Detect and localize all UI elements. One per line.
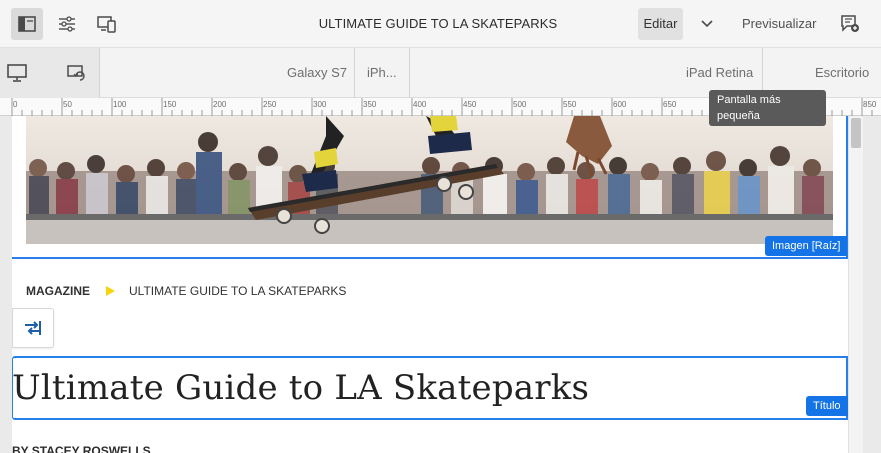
ruler-label: 500 [513, 100, 527, 109]
page-preview: Imagen [Raíz] MAGAZINE ULTIMATE GUIDE TO… [12, 116, 848, 453]
ruler-label: 650 [663, 100, 677, 109]
emulator-button[interactable] [91, 8, 123, 40]
edit-mode-button[interactable]: Editar [638, 8, 683, 40]
device-galaxy-s7[interactable]: Galaxy S7 [287, 48, 347, 98]
ruler-label: 450 [463, 100, 477, 109]
annotations-icon [841, 15, 859, 32]
top-toolbar: ULTIMATE GUIDE TO LA SKATEPARKS Editar P… [0, 0, 881, 48]
rotate-device-icon [67, 65, 85, 81]
emulator-controls [0, 48, 100, 98]
device-iphone[interactable]: iPh... [367, 48, 397, 98]
device-divider [409, 48, 410, 98]
device-divider [354, 48, 355, 98]
breadcrumb-arrow-icon [106, 286, 115, 296]
document-title: ULTIMATE GUIDE TO LA SKATEPARKS [318, 16, 558, 31]
hero-component-badge[interactable]: Imagen [Raíz] [765, 236, 848, 256]
ruler-label: 300 [313, 100, 327, 109]
ruler-label: 0 [13, 100, 18, 109]
breadcrumb: MAGAZINE ULTIMATE GUIDE TO LA SKATEPARKS [26, 284, 346, 298]
title-component-badge[interactable]: Título [806, 396, 848, 416]
ruler-label: 200 [213, 100, 227, 109]
ruler-label: 100 [113, 100, 127, 109]
scrollbar-thumb[interactable] [851, 118, 861, 148]
device-tooltip: Pantalla más pequeña [709, 90, 826, 126]
layout-mode-button[interactable] [12, 308, 54, 348]
ruler-label: 850 [863, 100, 877, 109]
layout-arrows-icon [25, 321, 41, 335]
ruler-label: 50 [63, 100, 72, 109]
ruler-label: 400 [413, 100, 427, 109]
mode-dropdown-button[interactable] [694, 8, 720, 40]
side-panel-toggle-button[interactable] [11, 8, 43, 40]
page-properties-button[interactable] [51, 8, 83, 40]
emulator-icon [97, 16, 116, 33]
ruler-label: 250 [263, 100, 277, 109]
chevron-down-icon [701, 20, 713, 28]
rotate-device-button[interactable] [66, 62, 88, 84]
ruler-label: 350 [363, 100, 377, 109]
page-canvas: Imagen [Raíz] MAGAZINE ULTIMATE GUIDE TO… [0, 116, 881, 453]
ruler-label: 150 [163, 100, 177, 109]
ruler-label: 600 [613, 100, 627, 109]
breadcrumb-current: ULTIMATE GUIDE TO LA SKATEPARKS [129, 284, 347, 298]
hero-component-outline [12, 116, 848, 259]
preview-button[interactable]: Previsualizar [736, 8, 822, 40]
page-title: Ultimate Guide to LA Skateparks [12, 368, 590, 408]
desktop-view-button[interactable] [6, 62, 28, 84]
page-scrollbar[interactable] [848, 116, 863, 453]
side-panel-icon [18, 16, 36, 32]
ruler-label: 550 [563, 100, 577, 109]
page-properties-icon [59, 16, 75, 32]
breadcrumb-parent-link[interactable]: MAGAZINE [26, 284, 90, 298]
article-byline: BY STACEY ROSWELLS [12, 444, 151, 453]
annotations-button[interactable] [834, 8, 866, 40]
desktop-icon [7, 64, 27, 82]
